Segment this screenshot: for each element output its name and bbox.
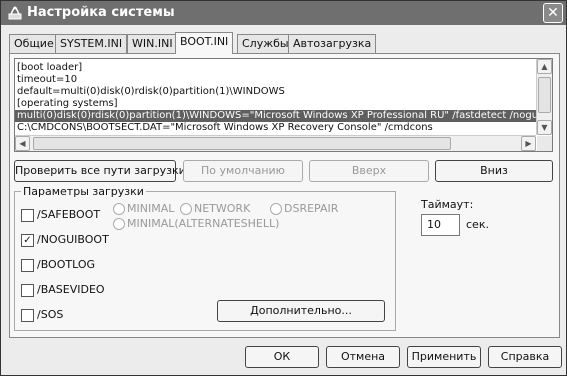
- dsrepair-label: DSREPAIR: [284, 202, 339, 215]
- boot-ini-listbox[interactable]: [boot loader] timeout=10 default=multi(0…: [14, 58, 553, 152]
- system-config-icon: [8, 6, 22, 20]
- apply-button[interactable]: Применить: [407, 346, 481, 368]
- sos-checkbox[interactable]: [21, 309, 34, 322]
- dsrepair-radio[interactable]: [270, 203, 282, 215]
- timeout-label: Таймаут:: [421, 198, 474, 211]
- tab-startup[interactable]: Автозагрузка: [288, 34, 377, 53]
- list-item-selected[interactable]: multi(0)disk(0)rdisk(0)partition(1)\WIND…: [15, 110, 552, 122]
- move-up-button[interactable]: Вверх: [309, 160, 429, 182]
- system-config-window: Настройка системы ✕ Общие SYSTEM.INI WIN…: [0, 0, 567, 376]
- cancel-button[interactable]: Отмена: [326, 346, 400, 368]
- minimal-radio[interactable]: [113, 203, 125, 215]
- horizontal-scroll-thumb[interactable]: [33, 137, 451, 150]
- timeout-unit: сек.: [466, 218, 489, 231]
- tab-system-ini[interactable]: SYSTEM.INI: [55, 34, 128, 53]
- ok-button[interactable]: ОК: [245, 346, 319, 368]
- noguiboot-checkbox[interactable]: ✓: [21, 234, 34, 247]
- network-label: NETWORK: [194, 202, 251, 215]
- basevideo-label: /BASEVIDEO: [37, 283, 105, 296]
- tab-services[interactable]: Службы: [237, 34, 294, 53]
- list-item[interactable]: timeout=10: [17, 74, 77, 86]
- window-title: Настройка системы: [27, 5, 175, 20]
- timeout-input[interactable]: 10: [421, 214, 460, 236]
- minimal-alternateshell-label: MINIMAL(ALTERNATESHELL): [127, 217, 280, 230]
- vertical-scrollbar[interactable]: ▲ ▼: [536, 59, 552, 135]
- tab-general[interactable]: Общие: [9, 34, 59, 53]
- list-item[interactable]: [boot loader]: [17, 62, 82, 74]
- scroll-up-icon[interactable]: ▲: [537, 59, 552, 74]
- check-all-boot-paths-button[interactable]: Проверить все пути загрузки: [14, 160, 186, 182]
- scroll-corner: [537, 136, 552, 151]
- scroll-down-icon[interactable]: ▼: [537, 120, 552, 135]
- move-down-button[interactable]: Вниз: [435, 160, 553, 182]
- bootlog-checkbox[interactable]: [21, 259, 34, 272]
- list-item[interactable]: C:\CMDCONS\BOOTSECT.DAT="Microsoft Windo…: [17, 122, 433, 134]
- horizontal-scrollbar[interactable]: ◀ ▶: [15, 135, 536, 151]
- bootlog-label: /BOOTLOG: [37, 258, 96, 271]
- tab-boot-ini[interactable]: BOOT.INI: [175, 32, 234, 54]
- set-default-button[interactable]: По умолчанию: [183, 160, 303, 182]
- help-button[interactable]: Справка: [488, 346, 562, 368]
- list-item[interactable]: default=multi(0)disk(0)rdisk(0)partition…: [17, 86, 285, 98]
- boot-options-label: Параметры загрузки: [21, 185, 146, 198]
- safeboot-checkbox[interactable]: [21, 209, 34, 222]
- advanced-button[interactable]: Дополнительно...: [217, 300, 385, 322]
- tab-win-ini[interactable]: WIN.INI: [127, 34, 178, 53]
- scroll-right-icon[interactable]: ▶: [521, 136, 536, 151]
- sos-label: /SOS: [37, 308, 64, 321]
- list-item[interactable]: [operating systems]: [17, 98, 118, 110]
- vertical-scroll-thumb[interactable]: [538, 77, 551, 113]
- minimal-alternateshell-radio[interactable]: [113, 218, 125, 230]
- minimal-label: MINIMAL: [127, 202, 175, 215]
- network-radio[interactable]: [180, 203, 192, 215]
- safeboot-label: /SAFEBOOT: [37, 208, 101, 221]
- title-bar[interactable]: Настройка системы ✕: [1, 1, 566, 25]
- scroll-left-icon[interactable]: ◀: [15, 136, 30, 151]
- basevideo-checkbox[interactable]: [21, 284, 34, 297]
- noguiboot-label: /NOGUIBOOT: [37, 233, 109, 246]
- close-button[interactable]: ✕: [543, 3, 563, 23]
